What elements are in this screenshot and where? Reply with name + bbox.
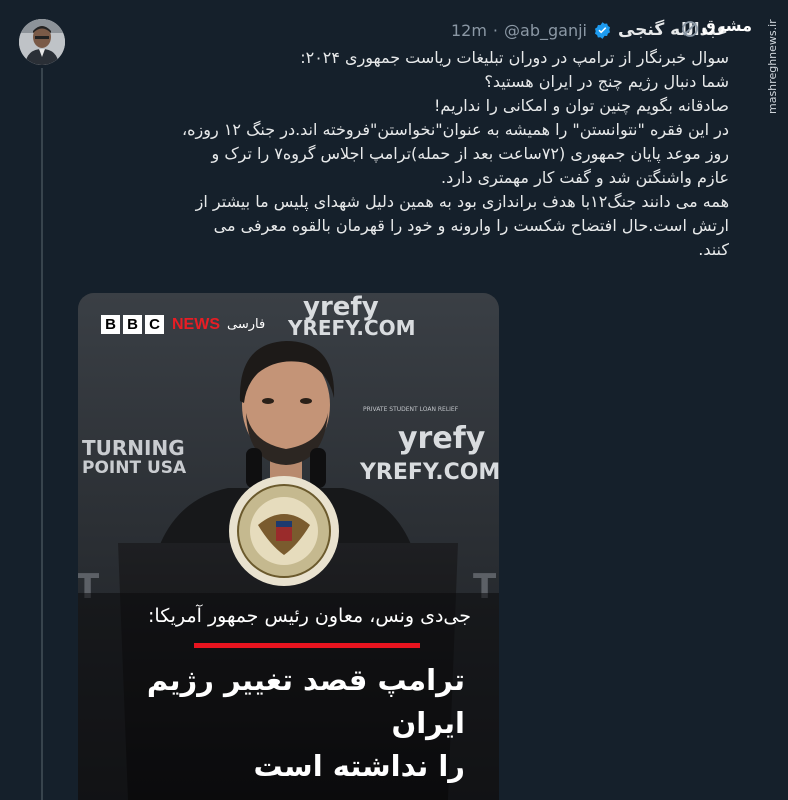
caption-subtitle: جی‌دی ونس، معاون رئیس جمهور آمریکا: xyxy=(148,605,471,627)
thread-line xyxy=(41,68,43,800)
backdrop-small-text: PRIVATE STUDENT LOAN RELIEF xyxy=(363,406,459,413)
tweet-line: در این فقره "نتوانستن" را همیشه به عنوان… xyxy=(182,120,729,187)
bbc-news-logo: B B C NEWS فارسی xyxy=(101,315,265,334)
author-handle[interactable]: @ab_ganji xyxy=(504,21,587,40)
header-separator: · xyxy=(492,20,499,40)
media-image[interactable]: yrefy YREFY.COM PRIVATE STUDENT LOAN REL… xyxy=(78,293,499,800)
tweet-line: شما دنبال رژیم چنج در ایران هستید؟ xyxy=(484,72,729,91)
caption-divider xyxy=(194,643,420,648)
tweet-text: سوال خبرنگار از ترامپ در دوران تبلیغات ر… xyxy=(182,46,729,262)
bbc-language: فارسی xyxy=(227,317,266,332)
tweet-line: صادقانه بگویم چنین توان و امکانی را ندار… xyxy=(434,96,729,115)
bbc-letter: C xyxy=(145,315,164,334)
bbc-letter: B xyxy=(123,315,142,334)
backdrop-text: TURNING xyxy=(82,436,185,460)
caption-headline-line: ترامپ قصد تغییر رژیم ایران xyxy=(146,663,465,740)
backdrop-text: YREFY.COM xyxy=(359,460,499,485)
bbc-letter: B xyxy=(101,315,120,334)
bbc-news-text: NEWS xyxy=(172,315,220,333)
caption-headline: ترامپ قصد تغییر رژیم ایران را نداشته است xyxy=(85,659,465,788)
grok-icon[interactable] xyxy=(680,19,700,39)
avatar-image xyxy=(19,19,65,65)
tweet-line: همه می دانند جنگ۱۲با هدف براندازی بود به… xyxy=(195,192,729,259)
tweet-line: سوال خبرنگار از ترامپ در دوران تبلیغات ر… xyxy=(300,48,729,67)
watermark-logo: مشرق xyxy=(701,16,752,35)
backdrop-text: YREFY.COM xyxy=(287,316,416,340)
caption-headline-line: را نداشته است xyxy=(253,749,465,783)
avatar[interactable] xyxy=(19,19,65,65)
watermark-url: mashreghnews.ir xyxy=(766,19,779,115)
backdrop-text: POINT USA xyxy=(82,458,187,478)
backdrop-text: yrefy xyxy=(398,421,486,456)
verified-badge-icon xyxy=(594,21,610,39)
tweet-time[interactable]: 12m xyxy=(451,21,487,40)
